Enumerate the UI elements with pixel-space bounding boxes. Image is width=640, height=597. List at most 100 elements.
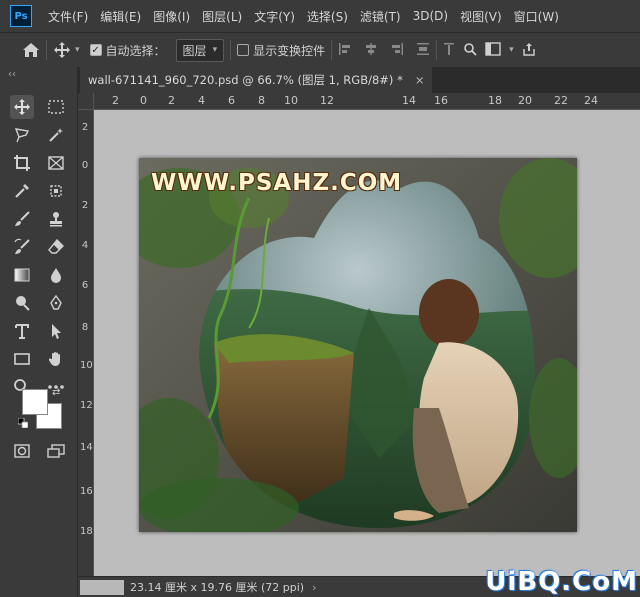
menu-select[interactable]: 选择(S) xyxy=(301,8,354,25)
ruler-label: 2 xyxy=(81,122,89,133)
distribute-icon[interactable] xyxy=(416,42,430,59)
chevron-down-icon: ▾ xyxy=(212,45,218,55)
blur-tool-icon[interactable] xyxy=(44,263,68,287)
status-menu-arrow[interactable]: › xyxy=(312,581,316,594)
search-icon[interactable] xyxy=(463,42,477,59)
ruler-label: 10 xyxy=(284,94,298,107)
collapse-panel-icon[interactable]: ‹‹ xyxy=(8,69,16,80)
site-watermark: UiBQ.CoM xyxy=(485,567,638,597)
separator xyxy=(331,40,333,60)
menu-layer[interactable]: 图层(L) xyxy=(196,8,248,25)
ruler-label: 0 xyxy=(81,160,89,171)
clone-stamp-icon[interactable] xyxy=(44,207,68,231)
magic-wand-icon[interactable] xyxy=(44,123,68,147)
ruler-label: 18 xyxy=(488,94,502,107)
history-brush-icon[interactable] xyxy=(10,235,34,259)
align-left-icon[interactable] xyxy=(338,42,352,59)
hand-tool-icon[interactable] xyxy=(44,347,68,371)
align-right-icon[interactable] xyxy=(390,42,404,59)
menu-view[interactable]: 视图(V) xyxy=(454,8,508,25)
menu-edit[interactable]: 编辑(E) xyxy=(94,8,147,25)
ruler-corner xyxy=(78,93,94,110)
ruler-label: 2 xyxy=(81,200,89,211)
dodge-tool-icon[interactable] xyxy=(10,291,34,315)
menu-3d[interactable]: 3D(D) xyxy=(407,9,454,23)
eyedropper-tool-icon[interactable] xyxy=(10,179,34,203)
screen-mode-icon[interactable] xyxy=(44,439,68,463)
menu-bar: Ps 文件(F) 编辑(E) 图像(I) 图层(L) 文字(Y) 选择(S) 滤… xyxy=(0,0,640,32)
spot-healing-icon[interactable] xyxy=(44,179,68,203)
ruler-label: 24 xyxy=(584,94,598,107)
close-tab-icon[interactable]: × xyxy=(415,73,425,87)
ruler-label: 10 xyxy=(80,360,93,371)
share-icon[interactable] xyxy=(522,42,536,59)
zoom-level-field[interactable] xyxy=(80,579,124,595)
align-horizontal-center-icon[interactable] xyxy=(364,42,378,59)
move-tool-icon[interactable] xyxy=(10,95,34,119)
ruler-label: 16 xyxy=(80,486,93,497)
eraser-tool-icon[interactable] xyxy=(44,235,68,259)
document-size-info: 23.14 厘米 x 19.76 厘米 (72 ppi) xyxy=(130,581,305,594)
show-transform-checkbox[interactable]: 显示变换控件 xyxy=(237,42,325,59)
marquee-tool-icon[interactable] xyxy=(44,95,68,119)
default-colors-icon[interactable] xyxy=(17,417,29,431)
ruler-label: 14 xyxy=(80,442,93,453)
path-selection-icon[interactable] xyxy=(44,319,68,343)
auto-select-target-dropdown[interactable]: 图层 ▾ xyxy=(175,38,225,62)
ruler-label: 12 xyxy=(80,400,93,411)
brush-tool-icon[interactable] xyxy=(10,207,34,231)
document-image[interactable]: WWW.PSAHZ.COM xyxy=(139,158,577,532)
ruler-label: 4 xyxy=(198,94,205,107)
vertical-ruler[interactable]: 2 0 2 4 6 8 10 12 14 16 18 xyxy=(78,110,94,576)
align-buttons-group xyxy=(338,42,430,59)
ruler-label: 0 xyxy=(140,94,147,107)
menu-filter[interactable]: 滤镜(T) xyxy=(354,8,407,25)
document-tab-bar: wall-671141_960_720.psd @ 66.7% (图层 1, R… xyxy=(78,67,640,93)
crop-tool-icon[interactable] xyxy=(10,151,34,175)
ruler-label: 2 xyxy=(112,94,119,107)
ruler-label: 4 xyxy=(81,240,89,251)
auto-select-target-value: 图层 xyxy=(182,43,207,58)
photoshop-logo[interactable]: Ps xyxy=(10,5,32,27)
ruler-label: 2 xyxy=(168,94,175,107)
frame-tool-icon[interactable] xyxy=(44,151,68,175)
ruler-label: 22 xyxy=(554,94,568,107)
chevron-down-icon[interactable]: ▾ xyxy=(509,45,514,55)
workspace-icon[interactable] xyxy=(485,41,501,59)
chevron-down-icon[interactable]: ▾ xyxy=(75,45,80,55)
type-tool-icon[interactable] xyxy=(10,319,34,343)
gradient-tool-icon[interactable] xyxy=(10,263,34,287)
auto-select-label: 自动选择： xyxy=(105,43,166,58)
pen-tool-icon[interactable] xyxy=(44,291,68,315)
composite-photo xyxy=(139,158,577,532)
ruler-label: 16 xyxy=(434,94,448,107)
move-tool-preset-icon[interactable]: ▾ xyxy=(53,41,80,59)
ruler-label: 8 xyxy=(81,322,89,333)
menu-file[interactable]: 文件(F) xyxy=(42,8,94,25)
swap-colors-icon[interactable]: ⇄ xyxy=(52,387,60,398)
checkbox-unchecked-icon[interactable] xyxy=(237,44,250,56)
menu-image[interactable]: 图像(I) xyxy=(147,8,196,25)
rectangle-tool-icon[interactable] xyxy=(10,347,34,371)
foreground-color-swatch[interactable] xyxy=(22,389,48,415)
separator xyxy=(230,40,232,60)
ruler-label: 20 xyxy=(518,94,532,107)
checkbox-checked-icon[interactable]: ✓ xyxy=(89,44,102,56)
tools-panel: ‹‹ ⇄ xyxy=(0,67,78,597)
home-icon[interactable] xyxy=(22,42,40,58)
quick-mask-icon[interactable] xyxy=(10,439,34,463)
document-tab[interactable]: wall-671141_960_720.psd @ 66.7% (图层 1, R… xyxy=(80,67,433,93)
menu-type[interactable]: 文字(Y) xyxy=(248,8,301,25)
auto-select-checkbox[interactable]: ✓ 自动选择： xyxy=(89,42,166,59)
ruler-label: 14 xyxy=(402,94,416,107)
align-top-icon[interactable] xyxy=(443,42,455,59)
horizontal-ruler[interactable]: 2 0 2 4 6 8 10 12 14 16 18 20 22 24 xyxy=(94,93,640,110)
options-bar: ▾ ✓ 自动选择： 图层 ▾ 显示变换控件 ▾ xyxy=(0,32,640,67)
right-options-group: ▾ xyxy=(443,41,536,59)
separator xyxy=(436,40,438,60)
canvas-area[interactable]: WWW.PSAHZ.COM xyxy=(94,110,640,576)
image-watermark-text: WWW.PSAHZ.COM xyxy=(151,170,403,196)
menu-window[interactable]: 窗口(W) xyxy=(508,8,565,25)
ruler-label: 12 xyxy=(320,94,334,107)
lasso-tool-icon[interactable] xyxy=(10,123,34,147)
